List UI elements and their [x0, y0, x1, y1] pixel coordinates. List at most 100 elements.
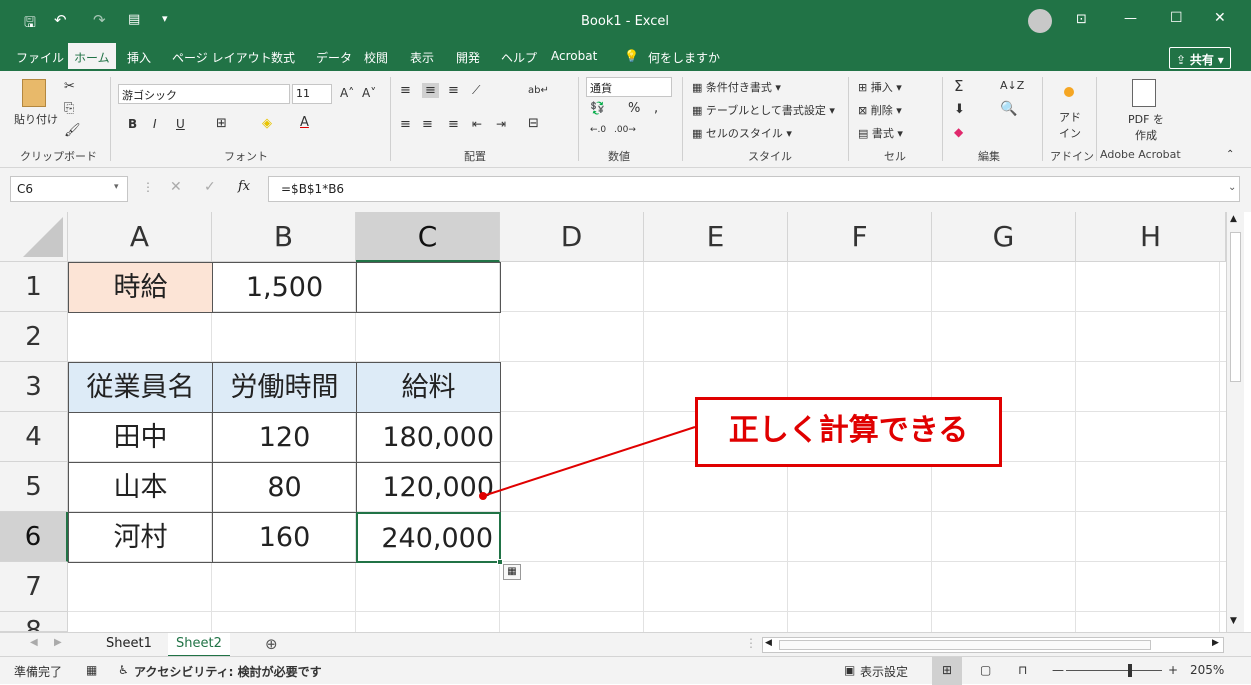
tab-help[interactable]: ヘルプ [501, 49, 537, 66]
horizontal-scroll-thumb[interactable] [779, 640, 1151, 650]
shrink-font-icon[interactable]: A˅ [362, 86, 376, 100]
tab-review[interactable]: 校閲 [364, 49, 388, 66]
conditional-formatting-button[interactable]: ▦ 条件付き書式 ▾ [692, 79, 781, 95]
clear-icon[interactable]: ◆ [954, 125, 963, 139]
addins-icon[interactable] [1064, 87, 1074, 97]
accessibility-icon[interactable]: ♿ [118, 663, 129, 677]
normal-view-icon[interactable]: ⊞ [932, 657, 962, 685]
fill-icon[interactable]: ⬇ [954, 102, 965, 117]
sort-filter-icon[interactable]: A↓Z [1000, 79, 1024, 92]
expand-formula-icon[interactable]: ⌄ [1228, 182, 1236, 193]
merge-center-icon[interactable]: ⊟ [528, 116, 539, 131]
italic-icon[interactable]: I [153, 117, 157, 131]
vertical-scroll-thumb[interactable] [1230, 232, 1241, 382]
tab-formulas[interactable]: 数式 [271, 49, 295, 66]
align-right-icon[interactable]: ≡ [448, 117, 459, 132]
paste-label[interactable]: 貼り付け [14, 111, 58, 127]
grow-font-icon[interactable]: A˄ [340, 86, 354, 100]
tab-developer[interactable]: 開発 [456, 49, 480, 66]
format-painter-icon[interactable]: 🖌 [64, 123, 81, 138]
insert-cells-button[interactable]: ⊞ 挿入 ▾ [858, 79, 902, 95]
insert-function-icon[interactable]: fx [238, 179, 250, 194]
minimize-button[interactable]: — [1124, 11, 1137, 26]
font-name-select[interactable]: 游ゴシック [118, 84, 290, 104]
tab-page-layout[interactable]: ページ レイアウト [172, 49, 272, 66]
restore-button[interactable]: ☐ [1170, 10, 1183, 26]
display-settings-icon[interactable]: ▣ [844, 663, 855, 677]
decrease-indent-icon[interactable]: ⇤ [472, 117, 482, 131]
fill-color-icon[interactable]: ◈ [262, 116, 272, 131]
borders-icon[interactable]: ⊞ [216, 116, 227, 131]
close-button[interactable]: ✕ [1214, 10, 1226, 26]
underline-icon[interactable]: U [176, 117, 185, 131]
zoom-slider[interactable] [1066, 670, 1162, 671]
align-middle-icon[interactable]: ≡ [422, 83, 439, 98]
accessibility-status[interactable]: アクセシビリティ: 検討が必要です [134, 663, 322, 680]
format-cells-button[interactable]: ▤ 書式 ▾ [858, 125, 903, 141]
collapse-ribbon-icon[interactable]: ⌃ [1226, 149, 1234, 160]
autosum-icon[interactable]: Σ [954, 77, 963, 95]
wrap-text-icon[interactable]: ab↵ [528, 85, 549, 96]
name-box-dropdown-icon[interactable]: ▾ [114, 182, 119, 192]
horizontal-scrollbar[interactable]: ◀ [762, 637, 1224, 653]
align-center-icon[interactable]: ≡ [422, 117, 433, 132]
cut-icon[interactable]: ✂ [64, 79, 75, 94]
prev-sheet-icon[interactable]: ◀ [30, 637, 38, 648]
scroll-up-icon[interactable]: ▲ [1230, 214, 1237, 224]
redo-icon[interactable]: ↷ [93, 11, 106, 29]
formula-input[interactable]: =$B$1*B6 [268, 176, 1240, 202]
cell-styles-button[interactable]: ▦ セルのスタイル ▾ [692, 125, 792, 141]
find-select-icon[interactable]: 🔍 [1000, 101, 1017, 117]
tab-view[interactable]: 表示 [410, 49, 434, 66]
pdf-icon[interactable] [1132, 79, 1156, 107]
comma-icon[interactable]: , [654, 101, 658, 116]
scroll-left-icon[interactable]: ◀ [765, 638, 772, 648]
create-pdf-label[interactable]: PDF を作成 [1124, 111, 1168, 143]
addins-label[interactable]: アド イン [1056, 109, 1084, 141]
font-size-select[interactable]: 11 [292, 84, 332, 104]
zoom-out-icon[interactable]: — [1052, 663, 1064, 677]
zoom-in-icon[interactable]: + [1168, 663, 1178, 677]
align-bottom-icon[interactable]: ≡ [448, 83, 459, 98]
enter-icon[interactable]: ✓ [204, 179, 216, 195]
page-break-view-icon[interactable]: ⊓ [1018, 663, 1027, 677]
tab-file[interactable]: ファイル [16, 49, 64, 66]
macro-record-icon[interactable]: ▦ [86, 663, 97, 677]
font-color-icon[interactable]: A [300, 115, 309, 130]
tell-me-search[interactable]: 何をしますか [648, 49, 720, 66]
page-layout-view-icon[interactable]: ▢ [980, 663, 991, 677]
tab-data[interactable]: データ [316, 49, 352, 66]
paste-icon[interactable] [22, 79, 46, 107]
tab-insert[interactable]: 挿入 [127, 49, 151, 66]
scroll-down-icon[interactable]: ▼ [1230, 616, 1237, 626]
account-avatar[interactable] [1028, 9, 1052, 33]
bold-icon[interactable]: B [128, 117, 137, 131]
decrease-decimal-icon[interactable]: .00→ [614, 125, 636, 135]
tab-home[interactable]: ホーム [68, 43, 116, 71]
orientation-icon[interactable]: ⟋ [472, 83, 480, 98]
display-settings-button[interactable]: 表示設定 [860, 663, 908, 680]
sheet-tab-sheet1[interactable]: Sheet1 [98, 633, 160, 657]
name-box[interactable]: C6 [10, 176, 128, 202]
sheet-tab-sheet2[interactable]: Sheet2 [168, 633, 230, 657]
increase-indent-icon[interactable]: ⇥ [496, 117, 506, 131]
share-button[interactable]: ⇪ 共有 ▾ [1169, 47, 1231, 69]
increase-decimal-icon[interactable]: ←.0 [590, 125, 606, 135]
customize-toolbar-icon[interactable]: ▾ [162, 12, 168, 25]
tab-splitter-icon[interactable]: ⋮ [745, 636, 757, 650]
undo-icon[interactable]: ↶ [54, 11, 67, 29]
number-format-select[interactable]: 通貨 [586, 77, 672, 97]
align-left-icon[interactable]: ≡ [400, 117, 411, 132]
vertical-scrollbar[interactable]: ▲ ▼ [1226, 212, 1244, 632]
save-icon[interactable]: 🖫 [24, 12, 36, 36]
copy-icon[interactable]: ⎘ [64, 101, 74, 116]
next-sheet-icon[interactable]: ▶ [54, 637, 62, 648]
cancel-icon[interactable]: ✕ [170, 179, 182, 195]
quick-print-icon[interactable]: ▤ [128, 12, 140, 27]
ribbon-display-icon[interactable]: ⊡ [1076, 12, 1087, 27]
add-sheet-icon[interactable]: ⊕ [265, 635, 278, 653]
accounting-format-icon[interactable]: 💱 [590, 101, 605, 115]
zoom-level[interactable]: 205% [1190, 663, 1224, 677]
align-top-icon[interactable]: ≡ [400, 83, 411, 98]
scroll-right-icon[interactable]: ▶ [1212, 638, 1219, 648]
